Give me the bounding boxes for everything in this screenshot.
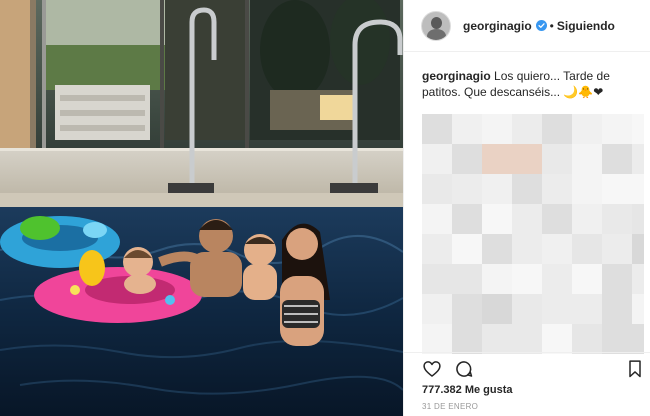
pixel-block: [572, 264, 602, 294]
pixel-block: [572, 324, 602, 354]
pixel-block: [602, 264, 632, 294]
pixel-block: [452, 204, 482, 234]
pixel-block: [632, 144, 644, 174]
likes-count[interactable]: 777.382 Me gusta: [422, 384, 513, 396]
pixel-block: [452, 294, 482, 324]
avatar[interactable]: [421, 10, 451, 41]
like-heart-icon[interactable]: [422, 359, 442, 379]
pixel-block: [602, 294, 632, 324]
pixel-block: [422, 264, 452, 294]
pixel-block: [512, 294, 542, 324]
pixel-block: [602, 324, 632, 354]
pixel-block: [542, 264, 572, 294]
pixel-block: [512, 114, 542, 144]
pixel-block: [422, 234, 452, 264]
pixel-block: [542, 174, 572, 204]
pixel-block: [632, 264, 644, 294]
post-date: 31 DE ENERO: [422, 402, 479, 411]
pixel-block: [512, 204, 542, 234]
post-photo: [0, 0, 403, 416]
pixel-block: [512, 234, 542, 264]
pixel-block: [482, 114, 512, 144]
pixel-block: [512, 324, 542, 354]
pixel-block: [512, 174, 542, 204]
pixel-block: [632, 204, 644, 234]
pixel-block: [632, 324, 644, 354]
pixel-block: [422, 324, 452, 354]
pixel-block: [572, 114, 602, 144]
pixel-block: [572, 174, 602, 204]
comment-icon[interactable]: [454, 359, 474, 379]
post-header: georginagio • Siguiendo: [404, 0, 650, 52]
pixel-block: [602, 234, 632, 264]
pixel-block: [482, 234, 512, 264]
caption-username[interactable]: georginagio: [422, 69, 491, 83]
pixel-block: [602, 174, 632, 204]
pixel-block: [482, 174, 512, 204]
pixel-block: [542, 234, 572, 264]
pixel-block: [452, 234, 482, 264]
pixel-block: [602, 144, 632, 174]
pixel-block: [572, 144, 602, 174]
save-bookmark-icon[interactable]: [626, 359, 646, 379]
pixel-block: [422, 204, 452, 234]
pixel-block: [632, 114, 644, 144]
pixel-block: [482, 294, 512, 324]
pixelated-comments: [422, 114, 644, 354]
verified-icon: [535, 20, 547, 31]
pixel-block: [452, 324, 482, 354]
pixel-block: [422, 144, 452, 174]
pixel-block: [542, 204, 572, 234]
pixel-block: [482, 144, 512, 174]
pixel-block: [602, 114, 632, 144]
pixel-block: [452, 114, 482, 144]
pixel-block: [632, 174, 644, 204]
pixel-block: [482, 204, 512, 234]
username-link[interactable]: georginagio: [463, 19, 532, 33]
pixel-block: [512, 144, 542, 174]
pixel-block: [422, 174, 452, 204]
pixel-block: [572, 204, 602, 234]
pixel-block: [482, 264, 512, 294]
pool-photo-illustration: [0, 0, 403, 416]
pixel-block: [452, 174, 482, 204]
post-side-panel: georginagio • Siguiendo georginagio Los …: [403, 0, 650, 416]
pixel-block: [542, 114, 572, 144]
pixel-block: [452, 264, 482, 294]
pixel-block: [542, 294, 572, 324]
post-caption: georginagio Los quiero... Tarde de patit…: [404, 52, 650, 100]
pixel-block: [632, 234, 644, 264]
pixel-block: [602, 204, 632, 234]
pixel-block: [482, 324, 512, 354]
pixel-block: [632, 294, 644, 324]
following-button[interactable]: Siguiendo: [557, 19, 615, 33]
pixel-block: [572, 294, 602, 324]
pixel-block: [542, 144, 572, 174]
caption-emojis: 🌙🐥❤: [563, 85, 604, 99]
pixel-block: [422, 294, 452, 324]
post-actions: [404, 352, 650, 382]
pixel-block: [452, 144, 482, 174]
pixel-block: [572, 234, 602, 264]
pixel-block: [542, 324, 572, 354]
pixel-block: [422, 114, 452, 144]
pixel-block: [512, 264, 542, 294]
header-separator: •: [549, 18, 554, 33]
